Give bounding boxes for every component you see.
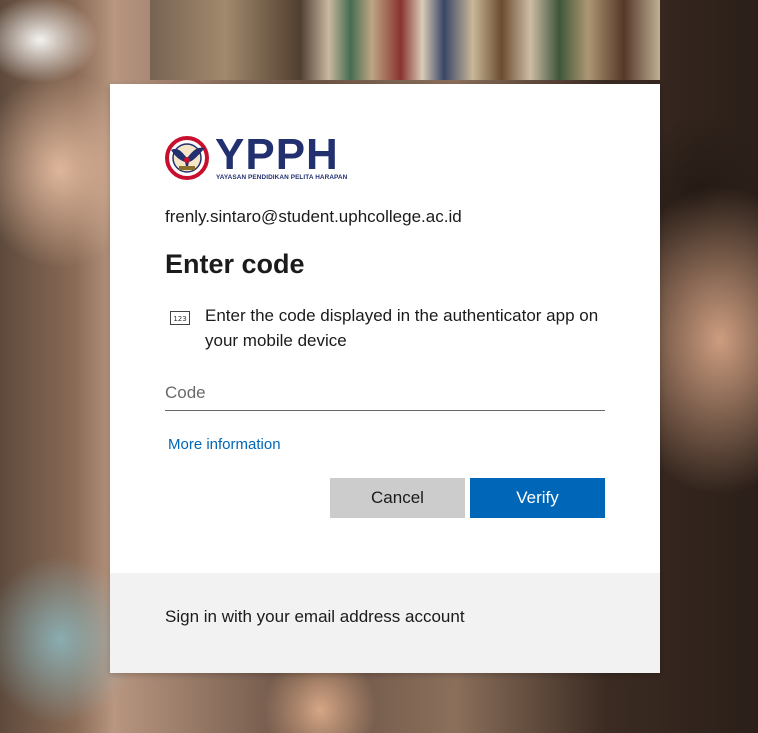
code-input[interactable] <box>165 376 605 411</box>
verify-button[interactable]: Verify <box>470 478 605 518</box>
sign-in-card: YPPH YAYASAN PENDIDIKAN PELITA HARAPAN f… <box>110 84 660 673</box>
logo-subtitle: YAYASAN PENDIDIKAN PELITA HARAPAN <box>216 174 348 181</box>
numeric-keypad-icon: 123 <box>170 311 190 325</box>
more-information-link[interactable]: More information <box>168 436 281 453</box>
ypph-emblem-icon <box>165 136 209 180</box>
account-email: frenly.sintaro@student.uphcollege.ac.id <box>165 207 462 226</box>
ypph-logo: YPPH YAYASAN PENDIDIKAN PELITA HARAPAN <box>165 130 355 186</box>
instruction-text: Enter the code displayed in the authenti… <box>205 306 599 350</box>
numeric-keypad-icon-text: 123 <box>173 315 186 323</box>
cancel-button[interactable]: Cancel <box>330 478 465 518</box>
page-title: Enter code <box>165 249 305 279</box>
card-footer: Sign in with your email address account <box>110 573 660 673</box>
logo-wordmark: YPPH <box>215 130 339 179</box>
alternate-sign-in-option[interactable]: Sign in with your email address account <box>165 607 465 627</box>
